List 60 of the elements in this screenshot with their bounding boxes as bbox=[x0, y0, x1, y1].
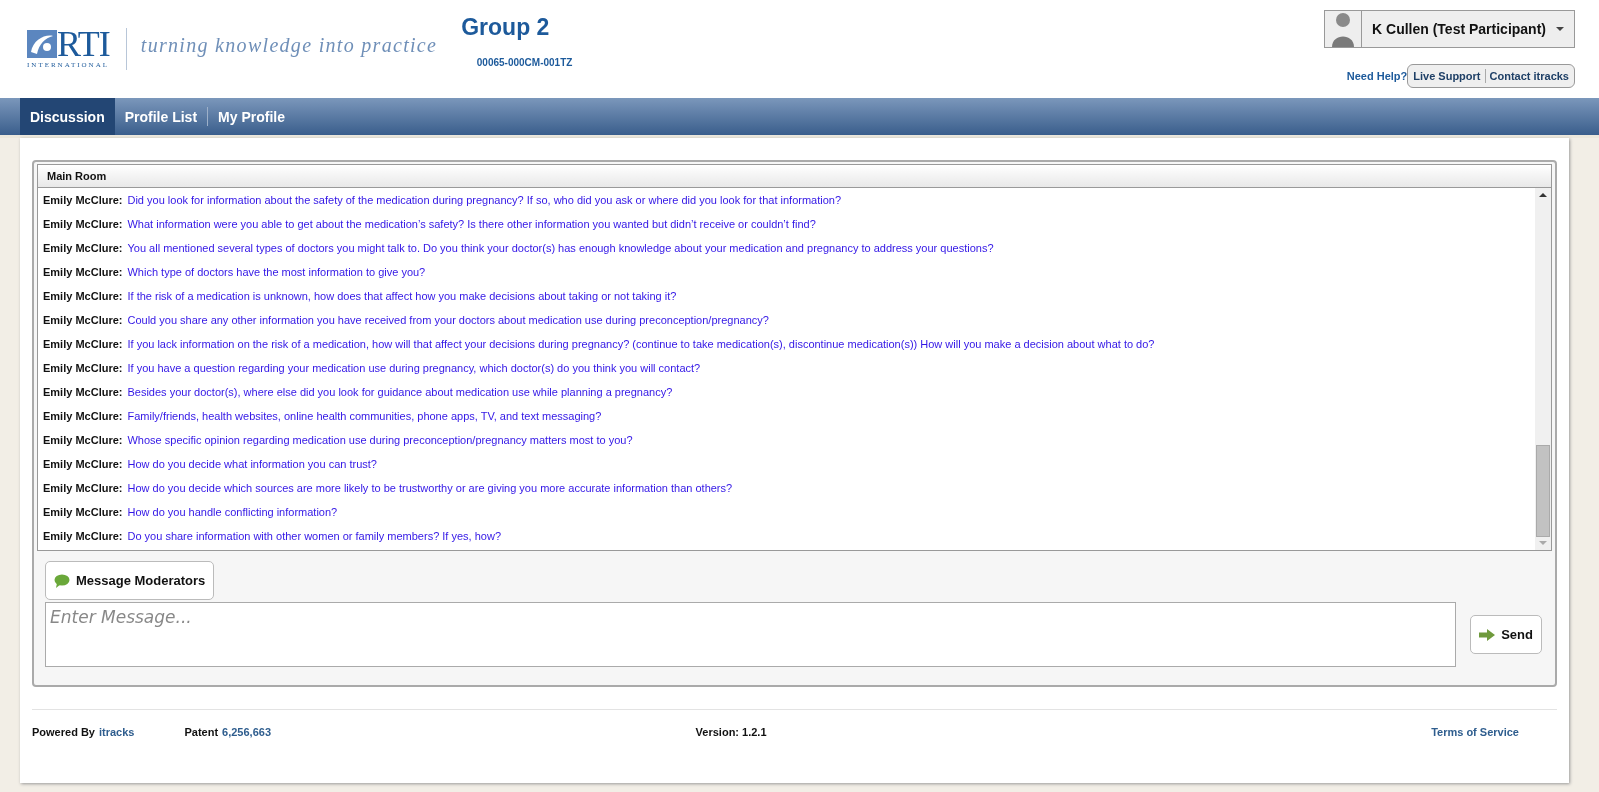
message-text: If you have a question regarding your medication use during pregnancy, which doctor(s) do you think you will contact? bbox=[127, 362, 701, 374]
version-label: Version: 1.2.1 bbox=[695, 726, 767, 738]
nav-tab[interactable]: Discussion bbox=[20, 98, 115, 135]
speech-bubble-icon bbox=[54, 573, 70, 588]
patent-label: Patent bbox=[184, 726, 219, 738]
message-author: Emily McClure: bbox=[43, 362, 123, 374]
message-text: How do you decide which sources are more likely to be trustworthy or are giving you more accurate information than others? bbox=[127, 482, 733, 494]
message-author: Emily McClure: bbox=[43, 434, 123, 446]
message-text: Did you look for information about the safety of the medication during pregnancy? If so, who did you ask or where did you look for that information? bbox=[127, 194, 842, 206]
message-author: Emily McClure: bbox=[43, 194, 123, 206]
message-text: If the risk of a medication is unknown, how does that affect how you make decisions about taking or not taking it? bbox=[127, 290, 677, 302]
caret-icon bbox=[1556, 27, 1564, 31]
scroll-down-icon[interactable] bbox=[1539, 541, 1547, 545]
send-button[interactable]: Send bbox=[1470, 615, 1542, 654]
group-title: Group 2 bbox=[461, 14, 550, 41]
group-code: 00065-000CM-001TZ bbox=[476, 57, 573, 68]
nav-tab[interactable]: Profile List bbox=[114, 98, 208, 135]
terms-link[interactable]: Terms of Service bbox=[1431, 726, 1519, 738]
message-input[interactable]: Enter Message... bbox=[45, 602, 1457, 667]
message-author: Emily McClure: bbox=[43, 218, 123, 230]
message-text: If you lack information on the risk of a medication, how will that affect your decisions during pregnancy? (continue to take medication(s), discontinue medication(s)) How will you make a decision about what to do? bbox=[127, 338, 1155, 350]
tagline: turning knowledge into practice bbox=[140, 34, 438, 57]
message-author: Emily McClure: bbox=[43, 290, 123, 302]
message-author: Emily McClure: bbox=[43, 266, 123, 278]
scroll-thumb[interactable] bbox=[1536, 445, 1550, 537]
message-text: What information were you able to get about the medication’s safety? Is there other information you wanted but didn’t receive or couldn’t find? bbox=[127, 218, 816, 230]
message-author: Emily McClure: bbox=[43, 506, 123, 518]
message-text: Which type of doctors have the most information to give you? bbox=[127, 266, 426, 278]
scrollbar[interactable] bbox=[1535, 188, 1551, 550]
message-text: Family/friends, health websites, online health communities, phone apps, TV, and text messaging? bbox=[127, 410, 602, 422]
arrow-right-icon bbox=[1479, 628, 1496, 641]
help-link[interactable]: Live Support bbox=[1413, 70, 1481, 82]
powered-by-label: Powered By bbox=[32, 726, 95, 738]
message-author: Emily McClure: bbox=[43, 410, 123, 422]
message-author: Emily McClure: bbox=[43, 242, 123, 254]
nav-tab[interactable]: My Profile bbox=[208, 98, 295, 135]
avatar-icon bbox=[1331, 11, 1355, 47]
patent-link[interactable]: 6,256,663 bbox=[222, 726, 271, 738]
message-author: Emily McClure: bbox=[43, 338, 123, 350]
message-author: Emily McClure: bbox=[43, 314, 123, 326]
logo-wordmark: RTI bbox=[57, 30, 110, 58]
room-title: Main Room bbox=[47, 170, 107, 182]
need-help-label: Need Help? bbox=[1346, 70, 1408, 82]
message-text: Besides your doctor(s), where else did you look for guidance about medication use while planning a pregnancy? bbox=[127, 386, 673, 398]
swirl-logo-icon bbox=[27, 30, 57, 58]
scroll-up-icon[interactable] bbox=[1539, 193, 1547, 197]
help-link[interactable]: Contact itracks bbox=[1489, 70, 1569, 82]
message-author: Emily McClure: bbox=[43, 482, 123, 494]
message-moderators-button[interactable]: Message Moderators bbox=[45, 561, 215, 600]
message-text: How do you handle conflicting information? bbox=[127, 506, 338, 518]
message-author: Emily McClure: bbox=[43, 458, 123, 470]
message-text: You all mentioned several types of doctors you might talk to. Do you think your doctor(s) has enough knowledge about your medication and pregnancy to address your questions? bbox=[127, 242, 994, 254]
message-text: Do you share information with other women or family members? If yes, how? bbox=[127, 530, 501, 542]
itracks-link[interactable]: itracks bbox=[98, 726, 135, 738]
message-author: Emily McClure: bbox=[43, 386, 123, 398]
user-menu[interactable]: K Cullen (Test Participant) bbox=[1324, 10, 1575, 48]
message-author: Emily McClure: bbox=[43, 530, 123, 542]
message-text: How do you decide what information you can trust? bbox=[127, 458, 377, 470]
message-text: Whose specific opinion regarding medication use during preconception/pregnancy matters most to you? bbox=[127, 434, 633, 446]
message-text: Could you share any other information you have received from your doctors about medication use during preconception/pregnancy? bbox=[127, 314, 769, 326]
